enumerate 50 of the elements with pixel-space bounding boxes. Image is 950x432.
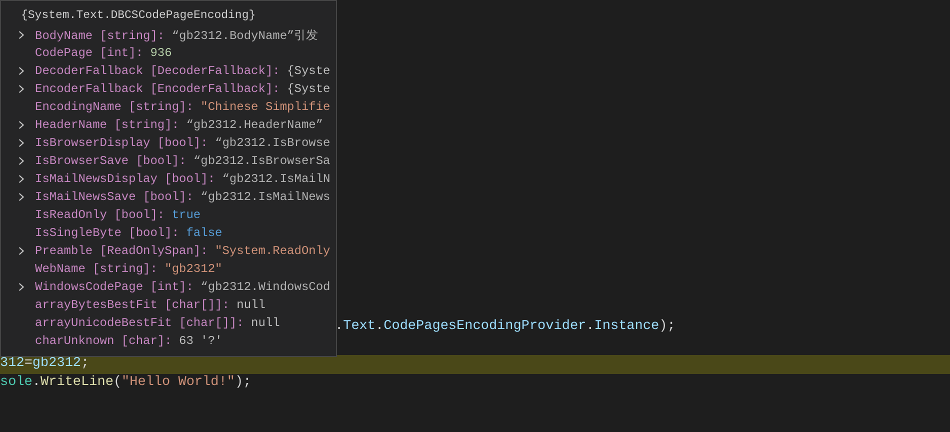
chevron-right-icon[interactable]	[18, 30, 24, 40]
property-text: IsBrowserDisplay [bool]: “gb2312.IsBrowse	[35, 136, 330, 150]
property-row[interactable]: WebName [string]: "gb2312"	[1, 260, 330, 278]
property-text: EncodingName [string]: "Chinese Simplifie	[35, 100, 330, 114]
property-text: IsMailNewsSave [bool]: “gb2312.IsMailNews	[35, 190, 330, 204]
chevron-right-icon[interactable]	[18, 84, 24, 94]
property-text: WebName [string]: "gb2312"	[35, 262, 222, 276]
chevron-right-icon[interactable]	[18, 138, 24, 148]
property-text: BodyName [string]: “gb2312.BodyName”引发	[35, 28, 318, 44]
code-line: 312=gb2312;	[0, 356, 90, 371]
property-text: arrayBytesBestFit [char[]]: null	[35, 298, 266, 312]
property-row[interactable]: EncodingName [string]: "Chinese Simplifie	[1, 98, 330, 116]
chevron-right-icon[interactable]	[18, 156, 24, 166]
property-row[interactable]: IsReadOnly [bool]: true	[1, 206, 330, 224]
property-text: HeaderName [string]: “gb2312.HeaderName”	[35, 118, 324, 132]
property-row[interactable]: CodePage [int]: 936	[1, 44, 330, 62]
chevron-right-icon[interactable]	[18, 66, 24, 76]
property-row[interactable]: IsBrowserDisplay [bool]: “gb2312.IsBrowse	[1, 134, 330, 152]
property-row[interactable]: IsBrowserSave [bool]: “gb2312.IsBrowserSa	[1, 152, 330, 170]
property-row[interactable]: HeaderName [string]: “gb2312.HeaderName”	[1, 116, 330, 134]
code-line: sole.WriteLine("Hello World!");	[0, 374, 252, 390]
property-text: WindowsCodePage [int]: “gb2312.WindowsCod	[35, 280, 330, 294]
property-text: IsBrowserSave [bool]: “gb2312.IsBrowserSa	[35, 154, 330, 168]
property-text: CodePage [int]: 936	[35, 46, 172, 60]
property-row[interactable]: IsMailNewsDisplay [bool]: “gb2312.IsMailN	[1, 170, 330, 188]
property-row[interactable]: DecoderFallback [DecoderFallback]: {Syste	[1, 62, 330, 80]
property-row[interactable]: WindowsCodePage [int]: “gb2312.WindowsCod	[1, 278, 330, 296]
property-text: Preamble [ReadOnlySpan]: "System.ReadOnly	[35, 244, 330, 258]
property-row[interactable]: IsSingleByte [bool]: false	[1, 224, 330, 242]
property-text: IsMailNewsDisplay [bool]: “gb2312.IsMailN	[35, 172, 330, 186]
chevron-right-icon[interactable]	[18, 174, 24, 184]
code-line: .Text.CodePagesEncodingProvider.Instance);	[335, 319, 676, 334]
property-row[interactable]: IsMailNewsSave [bool]: “gb2312.IsMailNews	[1, 188, 330, 206]
property-text: DecoderFallback [DecoderFallback]: {Syste	[35, 64, 330, 78]
chevron-right-icon[interactable]	[18, 282, 24, 292]
property-text: IsReadOnly [bool]: true	[35, 208, 201, 222]
chevron-right-icon[interactable]	[18, 120, 24, 130]
property-row[interactable]: BodyName [string]: “gb2312.BodyName”引发	[1, 26, 330, 44]
property-text: EncoderFallback [EncoderFallback]: {Syste	[35, 82, 330, 96]
data-tip-title: {System.Text.DBCSCodePageEncoding}	[20, 8, 257, 24]
property-row[interactable]: EncoderFallback [EncoderFallback]: {Syste	[1, 80, 330, 98]
property-text: charUnknown [char]: 63 '?'	[35, 334, 222, 348]
property-row[interactable]: arrayBytesBestFit [char[]]: null	[1, 296, 330, 314]
property-row[interactable]: charUnknown [char]: 63 '?'	[1, 332, 330, 350]
property-row[interactable]: Preamble [ReadOnlySpan]: "System.ReadOnly	[1, 242, 330, 260]
property-text: arrayUnicodeBestFit [char[]]: null	[35, 316, 280, 330]
chevron-right-icon[interactable]	[18, 192, 24, 202]
property-text: IsSingleByte [bool]: false	[35, 226, 222, 240]
property-row[interactable]: arrayUnicodeBestFit [char[]]: null	[1, 314, 330, 332]
chevron-right-icon[interactable]	[18, 246, 24, 256]
